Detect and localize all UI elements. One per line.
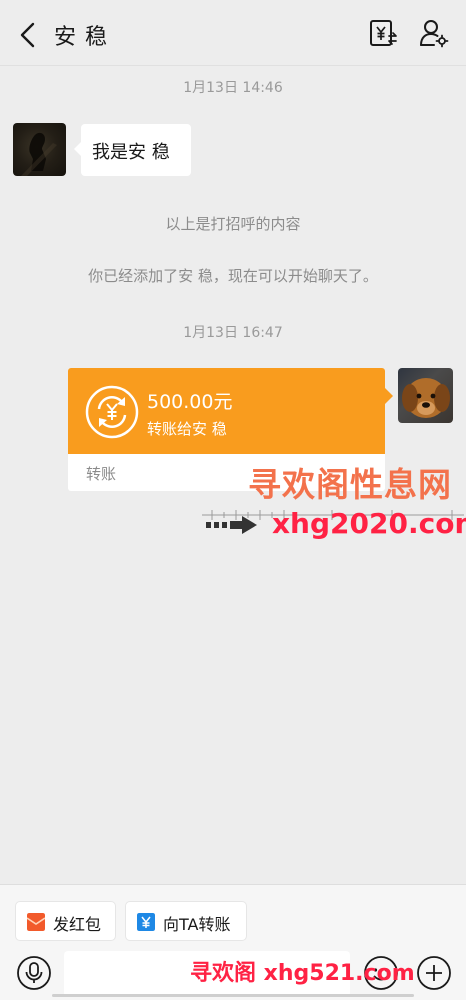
timestamp: 1月13日 14:46	[183, 80, 283, 96]
plus-icon[interactable]	[416, 955, 452, 991]
message-bubble[interactable]: 我是安 稳	[74, 124, 191, 176]
transfer-footer-label: 转账	[86, 465, 117, 483]
silhouette-image	[21, 132, 57, 176]
watermark-bottom: 寻欢阁 xhg521.com	[190, 961, 415, 986]
transfer-description: 转账给安 稳	[147, 420, 227, 438]
person-settings-icon[interactable]	[418, 18, 450, 48]
system-message: 以上是打招呼的内容	[165, 215, 301, 233]
yuan-exchange-icon	[85, 385, 139, 439]
message-text: 我是安 稳	[92, 142, 170, 163]
contact-avatar[interactable]	[13, 123, 66, 176]
microphone-icon[interactable]	[16, 955, 52, 991]
chevron-left-icon[interactable]	[14, 20, 44, 50]
red-packet-icon	[27, 913, 45, 931]
red-packet-button[interactable]: 发红包	[15, 901, 116, 941]
transfer-to-ta-button[interactable]: 向TA转账	[125, 901, 247, 941]
red-packet-label: 发红包	[53, 915, 102, 934]
my-avatar[interactable]	[398, 368, 453, 423]
transfer-amount: 500.00元	[147, 391, 233, 413]
home-indicator[interactable]	[52, 994, 414, 997]
chat-title: 安 稳	[54, 25, 108, 50]
watermark-url: xhg2020.com	[272, 507, 466, 540]
yuan-transfer-icon[interactable]	[368, 18, 398, 48]
chat-header: 安 稳	[0, 0, 466, 66]
yuan-icon	[137, 913, 155, 931]
transfer-to-ta-label: 向TA转账	[163, 915, 231, 934]
watermark-text: 寻欢阁性息网	[248, 465, 452, 504]
dog-photo	[402, 378, 450, 418]
system-message: 你已经添加了安 稳，现在可以开始聊天了。	[88, 267, 378, 285]
timestamp: 1月13日 16:47	[183, 325, 283, 341]
